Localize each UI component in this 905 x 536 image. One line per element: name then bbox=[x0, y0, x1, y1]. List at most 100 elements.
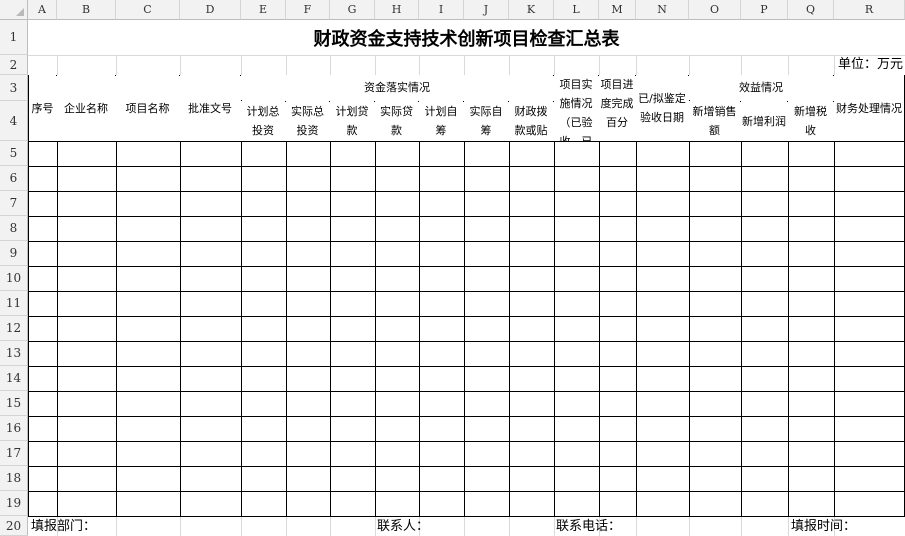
row-header-14[interactable]: 14 bbox=[0, 366, 28, 391]
column-header-j[interactable]: J bbox=[464, 0, 509, 20]
gridline bbox=[330, 516, 331, 536]
header-new-tax[interactable]: 新增税收 bbox=[788, 101, 833, 141]
footer-time[interactable]: 填报时间： bbox=[791, 517, 856, 536]
select-all-corner[interactable] bbox=[0, 0, 28, 20]
table-border bbox=[28, 416, 905, 417]
gridline bbox=[28, 55, 905, 56]
row-header-10[interactable]: 10 bbox=[0, 266, 28, 291]
gridline bbox=[375, 516, 376, 536]
row-header-7[interactable]: 7 bbox=[0, 191, 28, 216]
column-header-b[interactable]: B bbox=[57, 0, 116, 20]
table-border bbox=[419, 101, 420, 516]
row-header-5[interactable]: 5 bbox=[0, 141, 28, 166]
column-header-g[interactable]: G bbox=[330, 0, 375, 20]
row-header-19[interactable]: 19 bbox=[0, 491, 28, 516]
header-benefit-group[interactable]: 效益情况 bbox=[689, 75, 833, 100]
row-header-3[interactable]: 3 bbox=[0, 75, 28, 101]
table-border bbox=[116, 75, 117, 516]
row-header-17[interactable]: 17 bbox=[0, 441, 28, 466]
table-border bbox=[330, 101, 331, 516]
gridline bbox=[509, 516, 510, 536]
gridline bbox=[330, 55, 331, 75]
gridline bbox=[116, 516, 117, 536]
table-border bbox=[28, 516, 905, 517]
header-actual-invest[interactable]: 实际总投资 bbox=[286, 101, 329, 141]
column-header-r[interactable]: R bbox=[834, 0, 905, 20]
column-header-d[interactable]: D bbox=[180, 0, 241, 20]
footer-contact[interactable]: 联系人： bbox=[377, 517, 429, 536]
header-approval[interactable]: 批准文号 bbox=[180, 75, 240, 141]
table-border bbox=[28, 466, 905, 467]
column-header-m[interactable]: M bbox=[599, 0, 636, 20]
column-header-a[interactable]: A bbox=[28, 0, 57, 20]
header-impl[interactable]: 项目实施情况（已验收、已 bbox=[554, 75, 598, 141]
row-header-6[interactable]: 6 bbox=[0, 166, 28, 191]
column-header-n[interactable]: N bbox=[636, 0, 689, 20]
table-border bbox=[241, 75, 242, 516]
header-accept-date[interactable]: 已/拟鉴定验收日期 bbox=[636, 75, 688, 141]
gridline bbox=[741, 516, 742, 536]
table-border bbox=[57, 75, 58, 516]
row-header-8[interactable]: 8 bbox=[0, 216, 28, 241]
row-header-20[interactable]: 20 bbox=[0, 516, 28, 536]
column-header-q[interactable]: Q bbox=[788, 0, 834, 20]
header-plan-loan[interactable]: 计划贷款 bbox=[330, 101, 374, 141]
row-header-12[interactable]: 12 bbox=[0, 316, 28, 341]
column-header-h[interactable]: H bbox=[375, 0, 419, 20]
table-border bbox=[599, 75, 600, 516]
column-header-i[interactable]: I bbox=[419, 0, 464, 20]
table-border bbox=[28, 316, 905, 317]
gridline bbox=[241, 516, 242, 536]
gridline bbox=[286, 516, 287, 536]
row-header-9[interactable]: 9 bbox=[0, 241, 28, 266]
row-header-4[interactable]: 4 bbox=[0, 101, 28, 141]
header-finance[interactable]: 财务处理情况 bbox=[834, 75, 904, 141]
table-border bbox=[28, 75, 29, 516]
header-company[interactable]: 企业名称 bbox=[57, 75, 115, 141]
header-new-profit[interactable]: 新增利润 bbox=[741, 101, 787, 141]
gridline bbox=[689, 516, 690, 536]
table-border bbox=[28, 341, 905, 342]
header-plan-self[interactable]: 计划自筹 bbox=[419, 101, 463, 141]
header-plan-invest[interactable]: 计划总投资 bbox=[241, 101, 285, 141]
row-header-16[interactable]: 16 bbox=[0, 416, 28, 441]
column-header-f[interactable]: F bbox=[286, 0, 330, 20]
table-border bbox=[28, 191, 905, 192]
row-header-1[interactable]: 1 bbox=[0, 20, 28, 55]
table-border bbox=[509, 101, 510, 516]
gridline bbox=[636, 55, 637, 75]
row-header-13[interactable]: 13 bbox=[0, 341, 28, 366]
gridline bbox=[788, 516, 789, 536]
header-project[interactable]: 项目名称 bbox=[116, 75, 179, 141]
header-subsidy[interactable]: 财政拨款或贴 bbox=[509, 101, 553, 141]
footer-phone[interactable]: 联系电话： bbox=[556, 517, 621, 536]
row-header-15[interactable]: 15 bbox=[0, 391, 28, 416]
gridline bbox=[509, 55, 510, 75]
gridline bbox=[554, 516, 555, 536]
gridline bbox=[116, 55, 117, 75]
footer-dept[interactable]: 填报部门： bbox=[31, 517, 96, 536]
column-header-e[interactable]: E bbox=[241, 0, 286, 20]
table-border bbox=[28, 366, 905, 367]
header-progress[interactable]: 项目进度完成百分 bbox=[599, 75, 635, 141]
row-header-2[interactable]: 2 bbox=[0, 55, 28, 75]
row-header-11[interactable]: 11 bbox=[0, 291, 28, 316]
column-header-p[interactable]: P bbox=[741, 0, 788, 20]
column-header-k[interactable]: K bbox=[509, 0, 554, 20]
gridline bbox=[689, 55, 690, 75]
table-border bbox=[28, 166, 905, 167]
table-border bbox=[834, 75, 835, 516]
table-border bbox=[741, 101, 742, 516]
row-header-18[interactable]: 18 bbox=[0, 466, 28, 491]
gridline bbox=[464, 55, 465, 75]
header-funding-group[interactable]: 资金落实情况 bbox=[241, 75, 553, 100]
column-header-o[interactable]: O bbox=[689, 0, 741, 20]
header-new-sales[interactable]: 新增销售额 bbox=[689, 101, 740, 141]
column-header-l[interactable]: L bbox=[554, 0, 599, 20]
header-actual-loan[interactable]: 实际贷款 bbox=[375, 101, 418, 141]
table-border bbox=[28, 291, 905, 292]
header-seq[interactable]: 序号 bbox=[29, 75, 56, 141]
header-actual-self[interactable]: 实际自筹 bbox=[464, 101, 508, 141]
column-header-c[interactable]: C bbox=[116, 0, 180, 20]
gridline bbox=[741, 55, 742, 75]
